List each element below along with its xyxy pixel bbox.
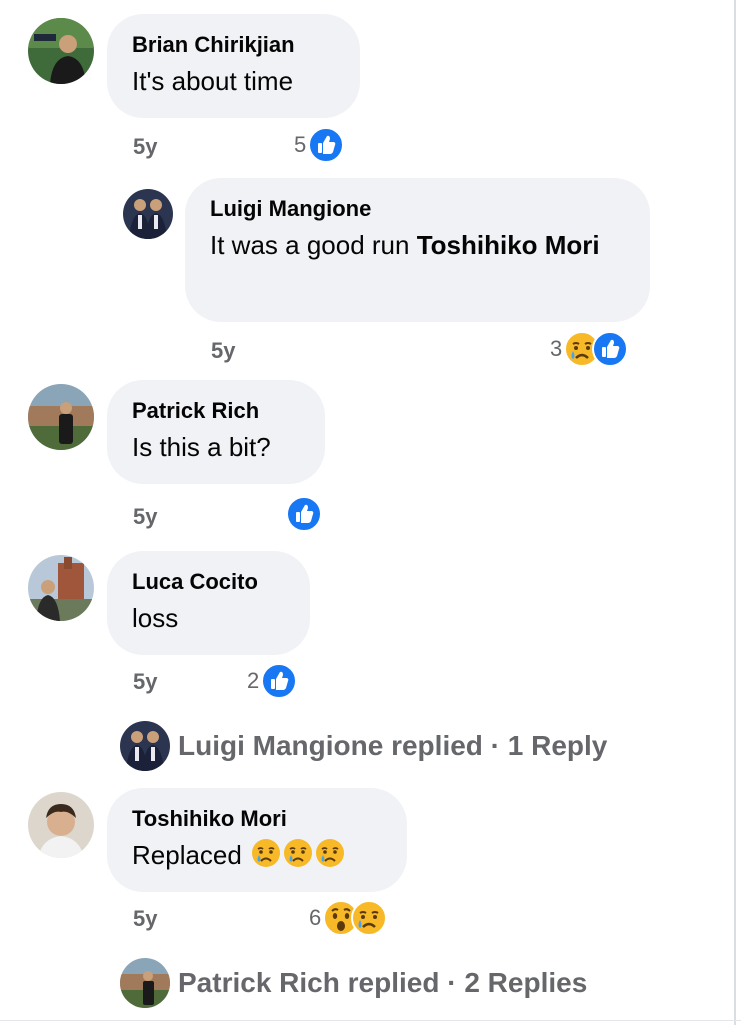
reaction-summary[interactable]: 2 [247,663,298,699]
comment-text: It was a good run Toshihiko Mori [210,226,624,264]
reply-avatar [120,721,170,771]
reaction-summary[interactable] [284,496,322,532]
comment-author[interactable]: Brian Chirikjian [132,32,334,58]
comment-age[interactable]: 5y [133,669,157,695]
comment-text: loss [132,603,179,633]
comment-age[interactable]: 5y [133,504,157,530]
view-replies-link[interactable]: Luigi Mangione replied · 1 Reply [120,721,607,771]
crying-face-emoji [283,838,313,868]
mention-link[interactable]: Toshihiko Mori [417,230,600,260]
comment-bubble: Brian Chirikjian It's about time [107,14,360,118]
bottom-border [0,1020,741,1021]
view-replies-link[interactable]: Patrick Rich replied · 2 Replies [120,958,587,1008]
comment-author[interactable]: Toshihiko Mori [132,806,381,832]
reaction-summary[interactable]: 3 [550,331,629,367]
comment-text: Replaced [132,836,381,874]
comment-age[interactable]: 5y [133,906,157,932]
sad-icon [351,900,388,936]
reply-avatar [120,958,170,1008]
like-icon [308,127,345,163]
crying-face-emoji [315,838,345,868]
comment-bubble: Toshihiko Mori Replaced [107,788,407,892]
avatar[interactable] [28,792,94,858]
comment-text-body: It was a good run [210,230,417,260]
avatar[interactable] [28,18,94,84]
avatar[interactable] [123,189,173,239]
reaction-count: 5 [294,132,307,157]
comment-text-body: Replaced [132,840,250,870]
reaction-count: 2 [247,668,260,693]
comment-age[interactable]: 5y [211,338,235,364]
crying-face-emoji [251,838,281,868]
reaction-count: 6 [309,905,322,930]
comment-author[interactable]: Luigi Mangione [210,196,624,222]
right-border [734,0,736,1025]
like-icon [286,496,322,532]
reaction-count: 3 [550,336,563,361]
comment-text: Is this a bit? [132,432,271,462]
avatar[interactable] [28,384,94,450]
comment-bubble: Patrick Rich Is this a bit? [107,380,325,484]
like-icon [261,663,298,699]
comment-age[interactable]: 5y [133,134,157,160]
comment-author[interactable]: Luca Cocito [132,569,284,595]
reaction-summary[interactable]: 5 [294,127,345,163]
replies-summary-text: Luigi Mangione replied · 1 Reply [178,730,608,761]
reaction-summary[interactable]: 6 [309,900,388,936]
like-icon [592,331,629,367]
comment-bubble: Luigi Mangione It was a good run Toshihi… [185,178,650,322]
comment-bubble: Luca Cocito loss [107,551,310,655]
replies-summary-text: Patrick Rich replied · 2 Replies [178,967,588,998]
comment-text: It's about time [132,66,294,96]
comment-author[interactable]: Patrick Rich [132,398,299,424]
avatar[interactable] [28,555,94,621]
